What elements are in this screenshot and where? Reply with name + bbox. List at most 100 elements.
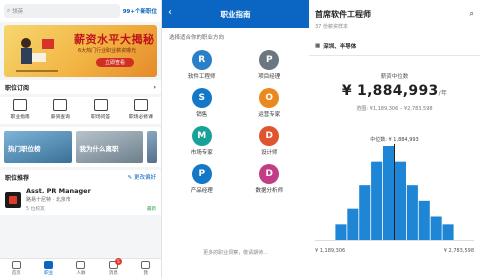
job-company: 路易十尼特 · 北京市	[26, 197, 71, 203]
new-jobs-badge[interactable]: 99+个新职位	[123, 7, 157, 15]
career-option[interactable]: O 运营专家	[236, 88, 304, 118]
banner-cta-button[interactable]: 立即查看	[96, 58, 134, 67]
median-value: ¥ 1,884,993	[341, 83, 439, 99]
quick-links: 职业指南 薪资查询 职场问答 职场必修课	[0, 97, 161, 124]
quick-link-course[interactable]: 职场必修课	[123, 99, 159, 120]
card-why-quit[interactable]: 我为什么离职	[75, 131, 143, 163]
tab-label: 人脉	[76, 271, 86, 276]
quick-link-guide[interactable]: 职业指南	[2, 99, 38, 120]
career-label: 运营专家	[258, 112, 281, 118]
histogram-bar	[347, 208, 359, 240]
career-label: 市场专家	[190, 150, 213, 156]
people-icon	[76, 261, 86, 269]
subscribe-header[interactable]: 职位订阅 ›	[0, 80, 161, 94]
career-letter-icon: D	[259, 126, 280, 146]
job-meta: 5 位校友	[26, 207, 45, 212]
change-preference-label: 更改偏好	[133, 175, 156, 181]
location-filter[interactable]: ▦ 深圳、半导体	[315, 42, 356, 50]
edit-icon: ✎	[127, 175, 133, 181]
quick-link-label: 职场问答	[91, 115, 111, 120]
salary-icon	[53, 99, 68, 111]
home-screen: ⌕ 领英 99+个新职位 薪资水平大揭秘 6大热门行业职业薪资曝光 立即查看 职…	[0, 0, 162, 278]
job-title: 首席软件工程师	[315, 10, 371, 19]
course-icon	[133, 99, 148, 111]
back-icon[interactable]: ‹	[168, 7, 172, 18]
prompt-text: 选择适合你的职业方向	[169, 35, 225, 41]
career-option[interactable]: M 市场专家	[168, 126, 236, 156]
tab-network[interactable]: 人脉	[76, 261, 86, 276]
histogram-bar	[371, 161, 383, 240]
tab-home[interactable]: 首页	[11, 261, 21, 276]
card-partial[interactable]	[147, 131, 157, 163]
quick-link-salary[interactable]: 薪资查询	[42, 99, 78, 120]
quick-link-label: 职业指南	[10, 115, 30, 120]
quick-link-label: 职场必修课	[128, 115, 153, 120]
quick-link-label: 薪资查询	[50, 115, 70, 120]
histogram-bar	[383, 146, 395, 240]
tab-label: 首页	[11, 271, 21, 276]
career-label: 设计师	[260, 150, 278, 156]
salary-screen: 首席软件工程师 37 份薪资样本 ⌕ ▦ 深圳、半导体 薪资中位数 ¥ 1,88…	[309, 0, 480, 278]
banner-subtitle: 6大热门行业职业薪资曝光	[78, 48, 137, 54]
career-letter-icon: S	[191, 88, 212, 108]
new-tag: 最新	[147, 207, 156, 212]
career-option[interactable]: R 软件工程师	[168, 50, 236, 80]
quick-link-qa[interactable]: 职场问答	[83, 99, 119, 120]
subscribe-section: 职位订阅 ›	[0, 80, 161, 94]
median-unit: /年	[438, 90, 448, 97]
page-title: 职业指南	[220, 9, 251, 19]
change-preference-link[interactable]: ✎ 更改偏好	[128, 173, 156, 181]
search-label: 领英	[12, 9, 24, 15]
header-bar: ‹ 职业指南	[162, 0, 309, 28]
tab-me[interactable]: 我	[141, 261, 151, 276]
career-option[interactable]: D 设计师	[236, 126, 304, 156]
salary-histogram: 中位数: ¥ 1,884,993 ¥ 1,189,306 ¥ 2,783,598	[315, 136, 474, 254]
sample-count: 37 份薪资样本	[315, 24, 348, 30]
job-list-item[interactable]: Asst. PR Manager 路易十尼特 · 北京市 5 位校友 最新	[0, 184, 161, 215]
top-bar: ⌕ 领英 99+个新职位	[0, 0, 161, 22]
career-label: 数据分析师	[255, 188, 283, 194]
chevron-right-icon: ›	[153, 83, 156, 91]
banner-illustration	[16, 38, 58, 72]
briefcase-icon	[44, 261, 54, 269]
search-icon: ⌕	[7, 7, 11, 14]
career-option[interactable]: P 产品经理	[168, 164, 236, 194]
career-guide-screen: ‹ 职业指南 选择适合你的职业方向 R 软件工程师 P 项目经理 S 销售 O 运营专家 M 市场…	[162, 0, 309, 278]
promo-banner[interactable]: 薪资水平大揭秘 6大热门行业职业薪资曝光 立即查看	[4, 25, 157, 77]
profile-icon	[141, 261, 151, 269]
career-option[interactable]: S 销售	[168, 88, 236, 118]
recommend-header: 职位推荐 ✎ 更改偏好	[0, 170, 161, 184]
career-label: 软件工程师	[187, 74, 216, 80]
histogram-bar	[406, 185, 418, 240]
notification-badge: 5	[114, 258, 122, 265]
divider	[309, 55, 480, 56]
recommend-section: 职位推荐 ✎ 更改偏好 Asst. PR Manager 路易十尼特 · 北京市…	[0, 170, 161, 215]
building-icon: ▦	[315, 43, 321, 49]
feature-cards: 热门职位榜 我为什么离职	[0, 127, 161, 167]
home-icon	[11, 261, 21, 269]
tab-label: 我	[143, 271, 149, 276]
bottom-tab-bar: 首页 职业 人脉 5 消息 我	[0, 258, 161, 278]
company-logo	[5, 191, 21, 208]
tab-jobs[interactable]: 职业	[44, 261, 54, 276]
banner-headline: 薪资水平大揭秘	[74, 33, 155, 46]
career-option[interactable]: D 数据分析师	[236, 164, 304, 194]
tab-messages[interactable]: 5 消息	[108, 258, 122, 276]
card-text: 热门职位榜	[8, 145, 41, 153]
histogram-bar	[418, 200, 430, 240]
x-min-label: ¥ 1,189,306	[315, 248, 345, 254]
career-letter-icon: O	[259, 88, 280, 108]
histogram-bar	[394, 161, 406, 240]
x-max-label: ¥ 2,783,598	[444, 248, 474, 254]
search-input[interactable]: ⌕ 领英	[4, 4, 120, 18]
search-icon[interactable]: ⌕	[470, 9, 474, 19]
salary-range: 范围: ¥1,189,306 – ¥2,783,598	[356, 106, 433, 112]
tab-label: 职业	[44, 271, 54, 276]
median-label: 薪资中位数	[380, 74, 409, 80]
card-hot-jobs[interactable]: 热门职位榜	[4, 131, 72, 163]
recommend-title: 职位推荐	[5, 174, 30, 182]
histogram-bar	[359, 185, 371, 240]
career-option[interactable]: P 项目经理	[236, 50, 304, 80]
career-letter-icon: D	[259, 164, 280, 184]
card-text: 我为什么离职	[79, 145, 119, 153]
